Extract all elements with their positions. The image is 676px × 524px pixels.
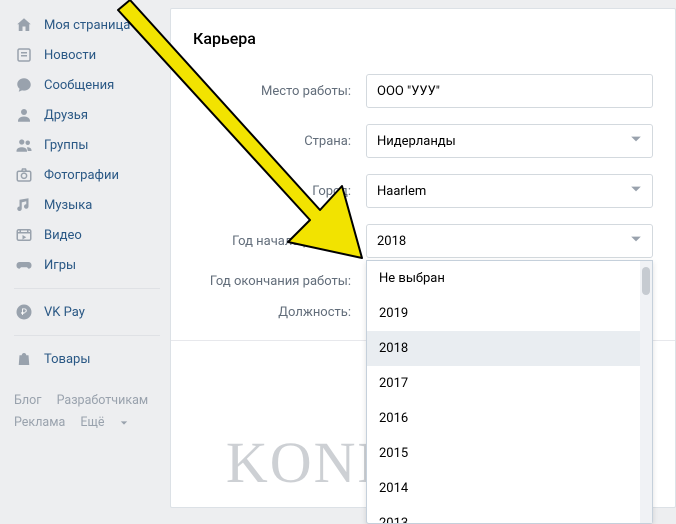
sidebar-item-games[interactable]: Игры bbox=[14, 250, 170, 280]
divider bbox=[14, 335, 160, 336]
music-icon bbox=[14, 195, 34, 215]
sidebar-item-friends[interactable]: Друзья bbox=[14, 100, 170, 130]
scrollbar-thumb[interactable] bbox=[642, 267, 650, 295]
dropdown-option[interactable]: 2016 bbox=[367, 401, 640, 436]
footer-blog[interactable]: Блог bbox=[14, 393, 41, 408]
dropdown-option[interactable]: 2014 bbox=[367, 471, 640, 506]
start-year-value: 2018 bbox=[377, 234, 406, 249]
footer-ads[interactable]: Реклама bbox=[14, 415, 65, 430]
panel-title: Карьера bbox=[171, 9, 675, 66]
sidebar-item-photos[interactable]: Фотографии bbox=[14, 160, 170, 190]
label-position: Должность: bbox=[171, 305, 366, 320]
label-country: Страна: bbox=[171, 134, 366, 149]
footer-more[interactable]: Ещё bbox=[80, 415, 127, 430]
svg-text:₽: ₽ bbox=[21, 308, 27, 318]
label-workplace: Место работы: bbox=[171, 84, 366, 99]
sidebar-item-label: VK Pay bbox=[44, 305, 85, 320]
divider bbox=[14, 288, 160, 289]
city-select[interactable]: Haarlem bbox=[366, 174, 653, 208]
sidebar: Моя страница Новости Сообщения Друзья Гр… bbox=[0, 0, 170, 508]
user-icon bbox=[14, 105, 34, 125]
country-select[interactable]: Нидерланды bbox=[366, 124, 653, 158]
career-panel: Карьера Место работы: Страна: Нидерланды… bbox=[170, 8, 676, 508]
dropdown-option[interactable]: 2018 bbox=[367, 331, 640, 366]
dropdown-option[interactable]: 2019 bbox=[367, 296, 640, 331]
label-end-year: Год окончания работы: bbox=[171, 274, 366, 289]
start-year-select[interactable]: 2018 bbox=[366, 224, 653, 258]
main: Карьера Место работы: Страна: Нидерланды… bbox=[170, 0, 676, 508]
dropdown-option[interactable]: 2015 bbox=[367, 436, 640, 471]
sidebar-item-label: Моя страница bbox=[44, 18, 130, 33]
sidebar-item-label: Сообщения bbox=[44, 78, 114, 93]
chevron-down-icon bbox=[630, 233, 642, 249]
sidebar-item-label: Товары bbox=[44, 352, 90, 367]
video-icon bbox=[14, 225, 34, 245]
camera-icon bbox=[14, 165, 34, 185]
country-value: Нидерланды bbox=[377, 134, 456, 149]
footer-devs[interactable]: Разработчикам bbox=[57, 393, 149, 408]
chevron-down-icon bbox=[630, 183, 642, 199]
scrollbar[interactable] bbox=[640, 261, 652, 523]
year-dropdown: Не выбран 2019 2018 2017 2016 2015 2014 … bbox=[366, 260, 653, 524]
sidebar-item-video[interactable]: Видео bbox=[14, 220, 170, 250]
ruble-icon: ₽ bbox=[14, 302, 34, 322]
chevron-down-icon bbox=[630, 133, 642, 149]
dropdown-option[interactable]: Не выбран bbox=[367, 261, 640, 296]
sidebar-item-label: Фотографии bbox=[44, 168, 119, 183]
sidebar-item-groups[interactable]: Группы bbox=[14, 130, 170, 160]
dropdown-option[interactable]: 2017 bbox=[367, 366, 640, 401]
workplace-input[interactable] bbox=[366, 74, 653, 108]
sidebar-item-news[interactable]: Новости bbox=[14, 40, 170, 70]
bag-icon bbox=[14, 349, 34, 369]
sidebar-item-music[interactable]: Музыка bbox=[14, 190, 170, 220]
sidebar-item-label: Видео bbox=[44, 228, 82, 243]
gamepad-icon bbox=[14, 255, 34, 275]
sidebar-item-messages[interactable]: Сообщения bbox=[14, 70, 170, 100]
sidebar-item-label: Друзья bbox=[44, 108, 88, 123]
sidebar-item-goods[interactable]: Товары bbox=[14, 344, 170, 374]
label-start-year: Год начала работы: bbox=[171, 234, 366, 249]
sidebar-item-label: Группы bbox=[44, 138, 88, 153]
sidebar-item-label: Игры bbox=[44, 258, 76, 273]
chat-icon bbox=[14, 75, 34, 95]
dropdown-option[interactable]: 2013 bbox=[367, 506, 640, 523]
users-icon bbox=[14, 135, 34, 155]
footer-links: Блог Разработчикам Реклама Ещё bbox=[14, 390, 170, 434]
sidebar-item-my-page[interactable]: Моя страница bbox=[14, 10, 170, 40]
sidebar-item-label: Музыка bbox=[44, 198, 92, 213]
sidebar-item-label: Новости bbox=[44, 48, 96, 63]
news-icon bbox=[14, 45, 34, 65]
city-value: Haarlem bbox=[377, 184, 426, 199]
home-icon bbox=[14, 15, 34, 35]
sidebar-item-vkpay[interactable]: ₽ VK Pay bbox=[14, 297, 170, 327]
label-city: Город: bbox=[171, 184, 366, 199]
